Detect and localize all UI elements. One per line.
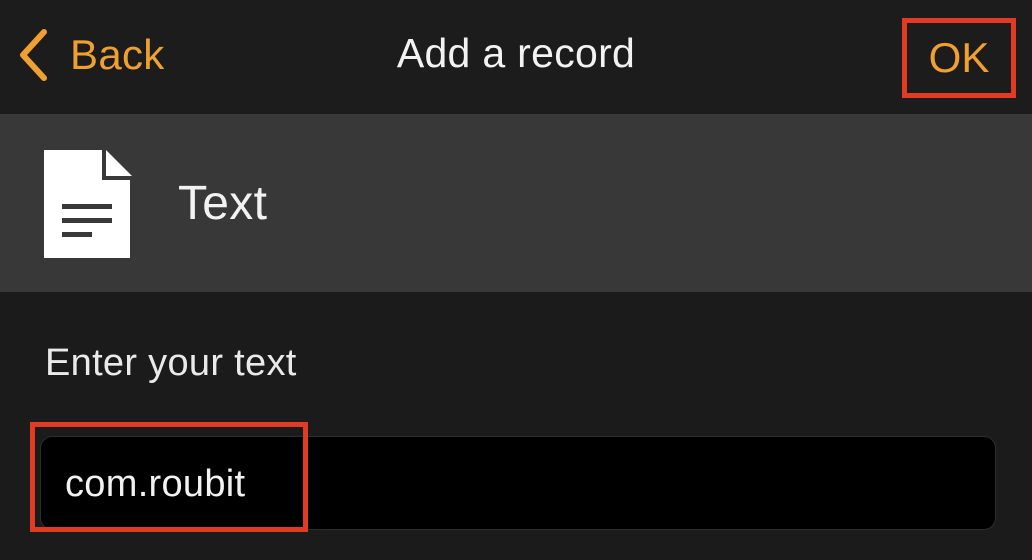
field-label: Enter your text: [45, 342, 297, 384]
document-text-icon: [44, 150, 132, 258]
record-form: Enter your text com.roubit: [0, 292, 1032, 560]
input-value-highlight: [30, 422, 308, 532]
record-type-header: Text: [0, 116, 1032, 292]
page-title: Add a record: [396, 30, 636, 76]
record-type-label: Text: [178, 177, 268, 230]
ok-button[interactable]: OK: [902, 18, 1016, 98]
add-record-screen: Back Add a record OK Text Enter your tex…: [0, 0, 1032, 560]
navigation-bar: Back Add a record OK: [0, 0, 1032, 116]
